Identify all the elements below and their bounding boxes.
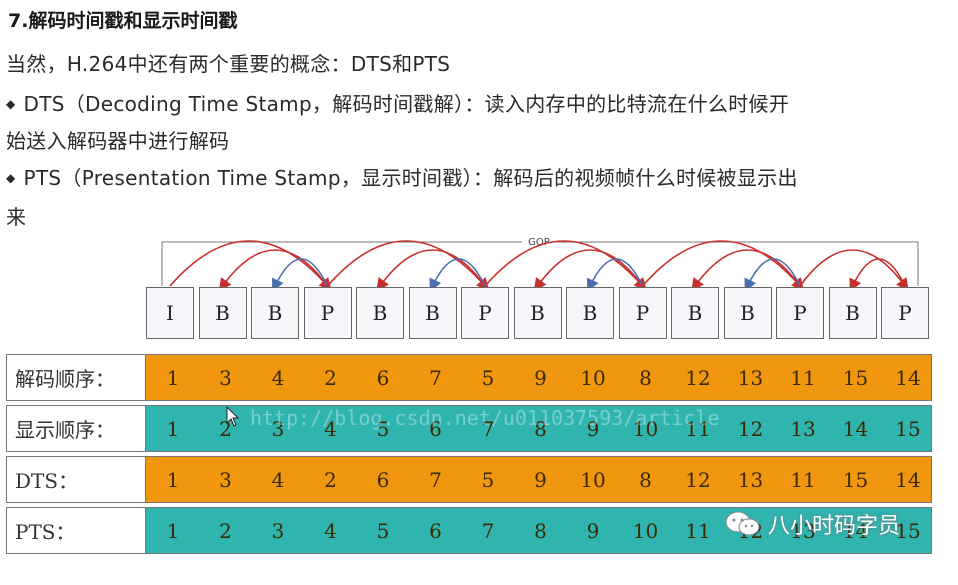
- table-cell: 9: [534, 467, 547, 492]
- row-label: PTS：: [7, 508, 146, 553]
- table-cell: 6: [429, 518, 442, 543]
- reference-arc: [849, 258, 906, 292]
- frame-7: P: [461, 287, 509, 339]
- gop-arcs: GOP: [161, 234, 919, 292]
- mouse-cursor-icon: [226, 406, 240, 427]
- reference-arc: [272, 258, 329, 292]
- frame-4: P: [303, 287, 352, 339]
- table-cell: 11: [790, 467, 816, 492]
- table-cell: 13: [737, 365, 764, 390]
- table-cell: 10: [580, 365, 606, 390]
- reference-arc: [484, 240, 647, 291]
- reference-arc: [376, 249, 486, 292]
- table-cell: 1: [166, 467, 180, 492]
- row-label: DTS：: [7, 457, 146, 502]
- table-cell: 13: [790, 416, 816, 441]
- table-cell: 15: [895, 416, 921, 441]
- frame-15: P: [881, 287, 929, 339]
- reference-arc: [691, 249, 801, 292]
- faint-url-watermark: http://blog.csdn.net/u011037593/article: [250, 406, 720, 430]
- table-cell: 5: [376, 518, 390, 543]
- reference-arc: [326, 240, 490, 291]
- table-cell: 9: [586, 518, 600, 543]
- reference-arc: [799, 249, 909, 292]
- table-cell: 4: [271, 365, 285, 390]
- table-cell: 8: [534, 518, 547, 543]
- table-cell: 5: [481, 365, 495, 390]
- table-cell: 6: [376, 467, 390, 492]
- frame-8: B: [513, 287, 562, 339]
- frame-6: B: [408, 287, 457, 339]
- table-cell: 4: [271, 467, 285, 492]
- frame-13: P: [776, 287, 824, 339]
- table-cell: 3: [271, 518, 285, 543]
- reference-arc: [218, 249, 329, 292]
- table-cell: 1: [166, 365, 180, 390]
- table-cell: 12: [685, 365, 711, 390]
- frame-14: B: [828, 287, 877, 339]
- table-cell: 1: [166, 416, 180, 441]
- table-cell: 14: [842, 416, 869, 441]
- frame-2: B: [198, 287, 247, 339]
- table-cell: 10: [580, 467, 606, 492]
- table-cell: 8: [639, 467, 652, 492]
- row-label: 解码顺序：: [7, 355, 146, 400]
- table-cell: 4: [324, 518, 337, 543]
- table-cell: 7: [429, 467, 442, 492]
- frame-sequence: IBBPBBPBBPBBPBP: [146, 287, 932, 343]
- table-cell: 11: [685, 518, 711, 543]
- table-cell: 11: [790, 365, 816, 390]
- table-row: 解码顺序： 1 3 4 2 6 7 5 9 10 8 12 13 11 15 14: [6, 354, 932, 401]
- reference-arc: [429, 258, 486, 292]
- watermark-text: 八小时码字员: [768, 514, 901, 539]
- frame-3: B: [251, 287, 299, 339]
- table-cell: 12: [737, 416, 764, 441]
- reference-arc: [744, 258, 801, 292]
- table-cell: 6: [376, 365, 390, 390]
- frame-9: B: [566, 287, 614, 339]
- reference-arc: [641, 240, 805, 291]
- table-row: DTS： 1 3 4 2 6 7 5 9 10 8 12 13 11 15 14: [6, 456, 932, 503]
- table-cell: 7: [481, 518, 495, 543]
- frame-12: B: [723, 287, 772, 339]
- table-cell: 1: [166, 518, 180, 543]
- table-cell: 8: [639, 365, 652, 390]
- wechat-watermark: 八小时码字员: [724, 508, 900, 540]
- table-cell: 14: [895, 365, 921, 390]
- reference-arc: [169, 240, 332, 291]
- frame-5: B: [356, 287, 404, 339]
- table-cell: 15: [842, 467, 869, 492]
- table-cell: 15: [842, 365, 869, 390]
- table-cell: 7: [429, 365, 442, 390]
- table-cell: 9: [534, 365, 547, 390]
- table-cell: 10: [632, 518, 659, 543]
- frame-11: B: [671, 287, 719, 339]
- wechat-icon: [725, 511, 760, 536]
- table-cell: 2: [324, 365, 337, 390]
- row-label: 显示顺序：: [7, 406, 146, 451]
- table-cell: 13: [737, 467, 764, 492]
- reference-arc: [533, 249, 644, 292]
- frame-10: P: [618, 287, 667, 339]
- table-cell: 5: [481, 467, 495, 492]
- reference-arc: [587, 258, 644, 292]
- table-cell: 14: [895, 467, 921, 492]
- frame-1: I: [146, 287, 194, 339]
- table-cell: 2: [219, 518, 232, 543]
- table-cell: 2: [324, 467, 337, 492]
- table-cell: 3: [219, 365, 232, 390]
- table-cell: 3: [219, 467, 232, 492]
- table-cell: 12: [685, 467, 711, 492]
